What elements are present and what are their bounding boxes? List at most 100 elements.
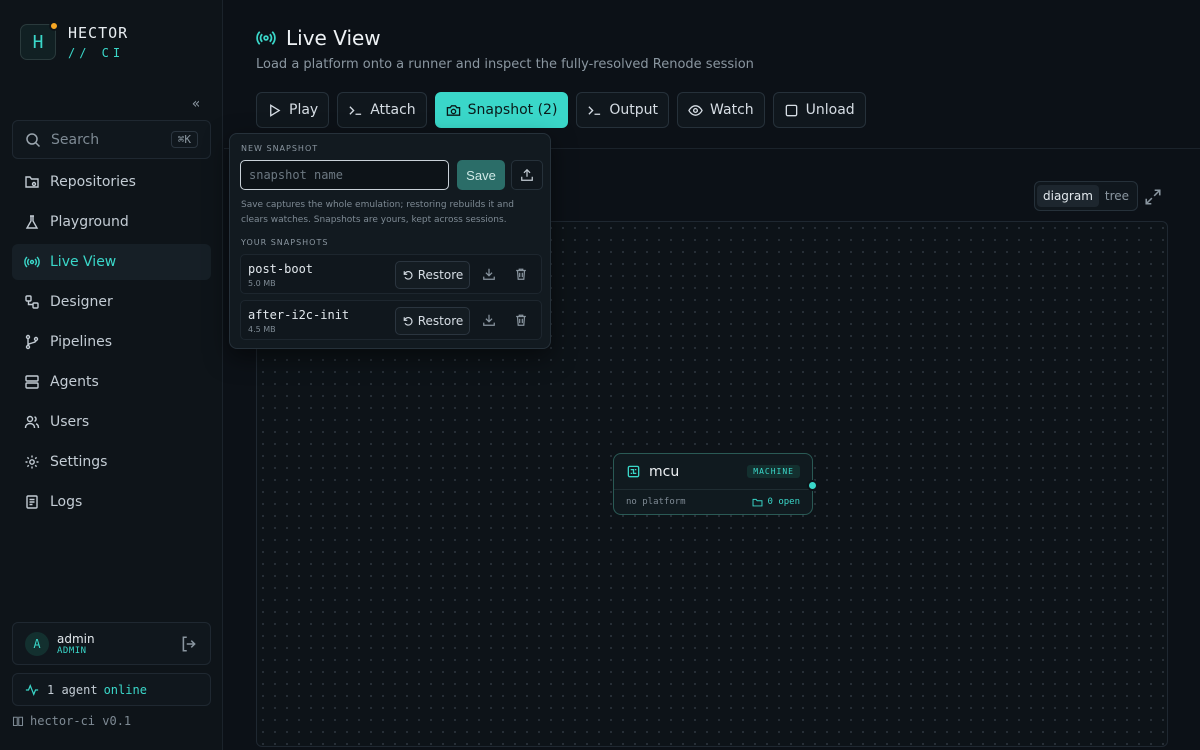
unload-label: Unload bbox=[805, 102, 855, 118]
user-name: admin bbox=[57, 631, 95, 646]
search-icon bbox=[26, 132, 41, 147]
broadcast-icon bbox=[24, 256, 40, 268]
snapshot-name-input[interactable] bbox=[240, 160, 449, 190]
restore-icon bbox=[403, 271, 413, 280]
search-box[interactable]: Search ⌘K bbox=[12, 120, 211, 159]
search-input[interactable]: Search bbox=[51, 132, 171, 148]
chip-icon bbox=[627, 465, 640, 478]
gear-icon bbox=[25, 455, 39, 469]
brand-subtitle: // CI bbox=[68, 46, 125, 60]
logout-icon[interactable] bbox=[180, 635, 198, 653]
fullscreen-icon[interactable] bbox=[1144, 188, 1162, 206]
version-text: hector-ci v0.1 bbox=[30, 714, 132, 728]
snapshot-button[interactable]: Snapshot (2) bbox=[434, 92, 569, 128]
view-toggle-diagram[interactable]: diagram bbox=[1037, 185, 1099, 207]
collapse-sidebar-icon[interactable]: « bbox=[187, 95, 205, 113]
download-icon[interactable] bbox=[482, 267, 496, 281]
restore-button[interactable]: Restore bbox=[395, 261, 470, 289]
sidebar-item-agents[interactable]: Agents bbox=[12, 364, 211, 400]
download-icon[interactable] bbox=[482, 313, 496, 327]
trash-icon[interactable] bbox=[514, 267, 528, 281]
eye-icon bbox=[688, 104, 703, 116]
view-toggle: diagram tree bbox=[1034, 181, 1139, 211]
view-toggle-tree[interactable]: tree bbox=[1099, 185, 1135, 207]
snapshot-row: post-boot 5.0 MB Restore bbox=[240, 254, 542, 294]
node-header: mcu MACHINE bbox=[614, 454, 812, 490]
snapshot-name: post-boot bbox=[248, 262, 314, 276]
output-button[interactable]: Output bbox=[576, 92, 670, 128]
watch-label: Watch bbox=[710, 102, 754, 118]
brand-initial: H bbox=[32, 31, 44, 53]
attach-button[interactable]: Attach bbox=[337, 92, 427, 128]
sidebar-item-repositories[interactable]: Repositories bbox=[12, 164, 211, 200]
notification-dot bbox=[49, 21, 59, 31]
play-label: Play bbox=[289, 102, 319, 118]
sidebar-item-live-view[interactable]: Live View bbox=[12, 244, 211, 280]
snapshot-name: after-i2c-init bbox=[248, 308, 350, 322]
attach-label: Attach bbox=[370, 102, 416, 118]
play-icon bbox=[270, 103, 281, 117]
sidebar-nav: Repositories Playground Live View Design… bbox=[12, 164, 211, 524]
trash-icon[interactable] bbox=[514, 313, 528, 327]
designer-icon bbox=[25, 295, 39, 309]
restore-label: Restore bbox=[417, 314, 464, 328]
unload-button[interactable]: Unload bbox=[772, 92, 866, 128]
camera-icon bbox=[446, 104, 460, 116]
agents-status[interactable]: 1 agent online bbox=[12, 673, 211, 706]
book-icon bbox=[12, 716, 24, 727]
node-output-port[interactable] bbox=[807, 480, 818, 491]
play-button[interactable]: Play bbox=[256, 92, 330, 128]
upload-icon bbox=[521, 168, 533, 181]
brand[interactable]: H HECTOR // CI bbox=[20, 21, 128, 60]
sidebar-item-playground[interactable]: Playground bbox=[12, 204, 211, 240]
snapshot-popover: NEW SNAPSHOT Save Save captures the whol… bbox=[229, 133, 551, 349]
brand-text: HECTOR // CI bbox=[68, 24, 128, 60]
restore-icon bbox=[403, 317, 413, 326]
sidebar-item-designer[interactable]: Designer bbox=[12, 284, 211, 320]
your-snapshots-label: YOUR SNAPSHOTS bbox=[241, 238, 329, 247]
sidebar-item-label: Live View bbox=[50, 254, 117, 270]
snapshot-size: 5.0 MB bbox=[248, 279, 276, 288]
repositories-icon bbox=[25, 176, 39, 188]
node-platform: no platform bbox=[626, 497, 686, 507]
sidebar-item-logs[interactable]: Logs bbox=[12, 484, 211, 520]
sidebar-item-label: Settings bbox=[50, 454, 108, 470]
terminal-icon bbox=[588, 105, 601, 115]
sidebar-item-label: Playground bbox=[50, 214, 129, 230]
sidebar-item-label: Designer bbox=[50, 294, 113, 310]
users-icon bbox=[24, 415, 40, 429]
flask-icon bbox=[25, 215, 39, 229]
restore-button[interactable]: Restore bbox=[395, 307, 470, 335]
page-title: Live View bbox=[256, 26, 381, 50]
agent-status: online bbox=[103, 682, 147, 697]
output-label: Output bbox=[609, 102, 659, 118]
save-snapshot-button[interactable]: Save bbox=[457, 160, 505, 190]
machine-node[interactable]: mcu MACHINE no platform 0 open bbox=[613, 453, 818, 515]
stop-icon bbox=[785, 104, 797, 116]
node-type-badge: MACHINE bbox=[747, 465, 800, 478]
restore-label: Restore bbox=[417, 268, 464, 282]
page-subtitle: Load a platform onto a runner and inspec… bbox=[256, 57, 754, 72]
upload-snapshot-button[interactable] bbox=[511, 160, 543, 190]
node-open-label: 0 open bbox=[767, 497, 800, 507]
sidebar-item-label: Pipelines bbox=[50, 334, 113, 350]
sidebar-item-label: Users bbox=[50, 414, 90, 430]
server-icon bbox=[25, 375, 39, 389]
node-name: mcu bbox=[649, 463, 680, 480]
sidebar-item-pipelines[interactable]: Pipelines bbox=[12, 324, 211, 360]
user-role: ADMIN bbox=[57, 645, 87, 656]
new-snapshot-label: NEW SNAPSHOT bbox=[241, 144, 319, 153]
search-shortcut: ⌘K bbox=[170, 131, 198, 148]
sidebar-item-label: Logs bbox=[50, 494, 83, 510]
watch-button[interactable]: Watch bbox=[677, 92, 765, 128]
node-footer: no platform 0 open bbox=[614, 490, 812, 514]
logs-icon bbox=[26, 495, 38, 509]
sidebar-item-users[interactable]: Users bbox=[12, 404, 211, 440]
agent-count: 1 agent bbox=[47, 682, 98, 697]
terminal-icon bbox=[349, 105, 362, 115]
version-info: hector-ci v0.1 bbox=[12, 714, 131, 728]
folder-icon bbox=[753, 498, 763, 506]
user-card[interactable]: A admin ADMIN bbox=[12, 622, 211, 665]
node-open-count[interactable]: 0 open bbox=[752, 497, 800, 508]
sidebar-item-settings[interactable]: Settings bbox=[12, 444, 211, 480]
